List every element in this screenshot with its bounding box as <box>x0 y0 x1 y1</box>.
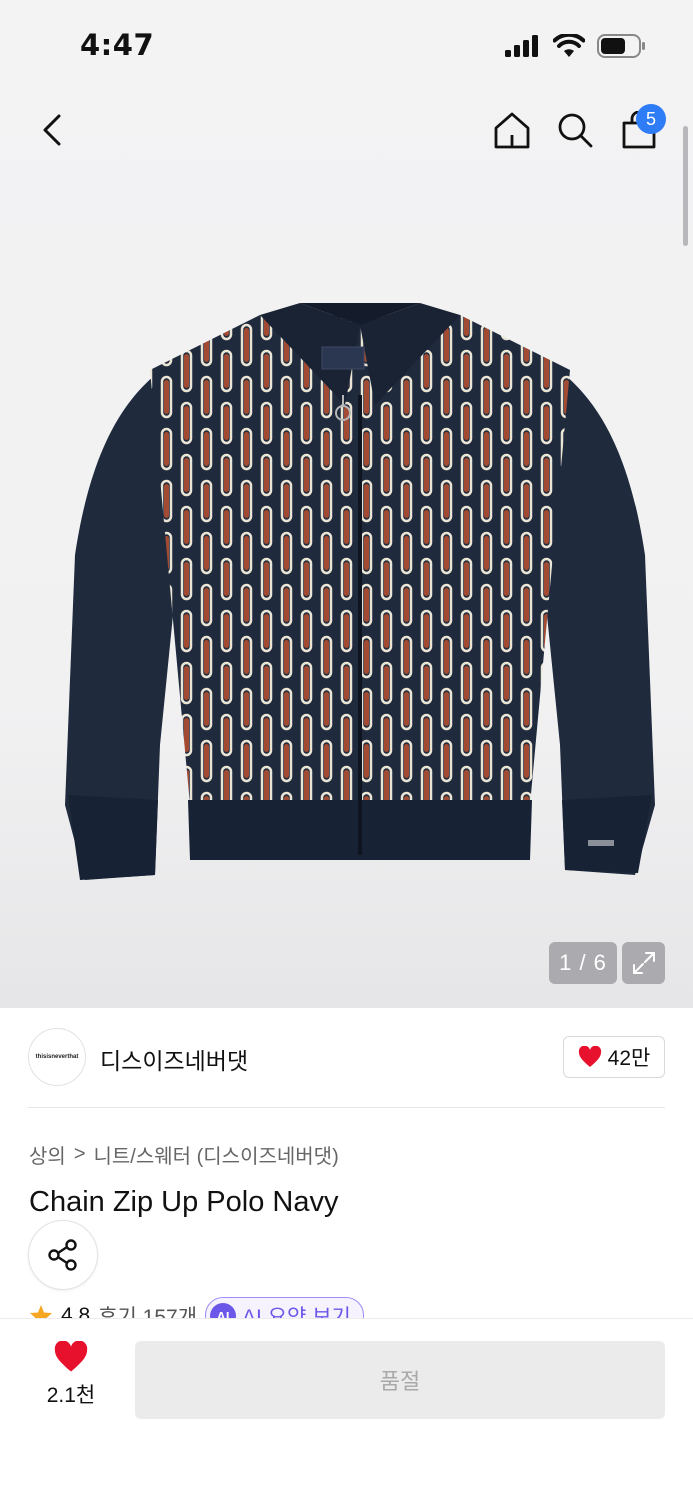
breadcrumb-category[interactable]: 상의 <box>29 1140 66 1169</box>
expand-icon <box>632 952 655 974</box>
expand-image-button[interactable] <box>622 942 665 984</box>
heart-icon <box>578 1046 601 1067</box>
status-bar: 4:47 <box>0 0 693 92</box>
product-image-gallery[interactable]: 4:47 5 1 / 6 <box>0 0 693 1008</box>
home-icon <box>494 112 530 149</box>
product-photo[interactable] <box>60 295 660 895</box>
sold-out-button[interactable]: 품절 <box>135 1341 665 1419</box>
heart-icon <box>54 1341 88 1372</box>
search-icon <box>558 113 593 148</box>
signal-icon <box>505 35 538 57</box>
scrollbar[interactable] <box>683 126 688 246</box>
wishlist-count: 2.1천 <box>46 1384 96 1407</box>
brand-like-button[interactable]: 42만 <box>563 1036 665 1078</box>
share-icon <box>48 1239 77 1271</box>
brand-logo[interactable]: thisisneverthat <box>28 1028 86 1086</box>
wifi-icon <box>553 34 585 57</box>
search-button[interactable] <box>553 108 597 152</box>
status-icons <box>505 30 647 62</box>
brand-row[interactable]: thisisneverthat 디스이즈네버댓 42만 <box>28 1028 665 1088</box>
divider <box>28 1107 665 1108</box>
breadcrumb: 상의 > 니트/스웨터 (디스이즈네버댓) <box>29 1140 339 1169</box>
status-time: 4:47 <box>80 28 155 62</box>
product-title: Chain Zip Up Polo Navy <box>29 1186 339 1218</box>
brand-like-count: 42만 <box>607 1047 651 1070</box>
breadcrumb-subcategory[interactable]: 니트/스웨터 (디스이즈네버댓) <box>94 1140 339 1169</box>
image-counter: 1 / 6 <box>549 942 617 984</box>
breadcrumb-separator: > <box>73 1143 86 1165</box>
brand-name[interactable]: 디스이즈네버댓 <box>100 1042 248 1076</box>
home-button[interactable] <box>490 108 534 152</box>
bottom-action-bar: 2.1천 품절 <box>0 1318 693 1500</box>
back-button[interactable] <box>30 108 74 152</box>
battery-icon <box>597 34 645 58</box>
chevron-left-icon <box>43 114 61 146</box>
cart-count-badge: 5 <box>636 104 666 134</box>
share-button[interactable] <box>28 1220 98 1290</box>
wishlist-button[interactable]: 2.1천 <box>30 1341 112 1411</box>
